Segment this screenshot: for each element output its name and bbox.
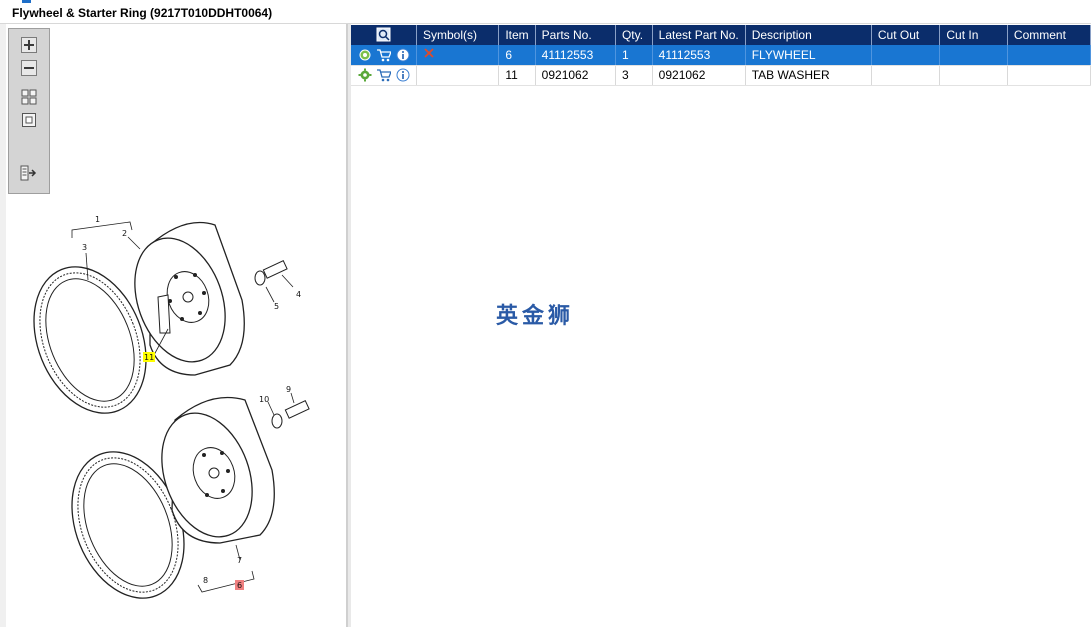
exploded-parts-diagram: 1 2 3 4 5 9 10 7 8 11 6 [33, 215, 310, 599]
cut-in-cell [939, 45, 1008, 66]
export-button[interactable] [19, 163, 39, 183]
parts-no-cell: 0921062 [535, 65, 616, 86]
zoom-out-button[interactable] [19, 58, 39, 78]
callout-10: 10 [259, 395, 269, 404]
title-accent [22, 0, 31, 3]
zoom-toolbar [8, 28, 50, 194]
col-header-cut-in[interactable]: Cut In [939, 25, 1008, 45]
callout-11-highlight[interactable]: 11 [143, 352, 155, 362]
left-gutter [0, 24, 6, 627]
header-toolbar-cell[interactable] [351, 25, 417, 45]
col-header-latest-part-no[interactable]: Latest Part No. [652, 25, 746, 45]
gear-link-icon[interactable] [357, 47, 372, 62]
upper-flywheel [134, 221, 245, 376]
actual-size-button[interactable] [19, 110, 39, 130]
callout-5: 5 [274, 302, 279, 311]
info-icon[interactable] [395, 68, 410, 83]
comment-cell [1007, 45, 1091, 66]
cut-in-cell [939, 65, 1008, 86]
table-row[interactable]: 6 41112553 1 41112553 FLYWHEEL [351, 45, 1091, 66]
table-header-row: Symbol(s) Item Parts No. Qty. Latest Par… [351, 25, 1091, 45]
zoom-in-button[interactable] [19, 35, 39, 55]
zoom-in-icon [21, 37, 37, 53]
col-header-item[interactable]: Item [498, 25, 536, 45]
window-title: Flywheel & Starter Ring (9217T010DDHT006… [12, 6, 273, 20]
qty-cell: 3 [615, 65, 653, 86]
parts-table: Symbol(s) Item Parts No. Qty. Latest Par… [351, 25, 1091, 86]
latest-part-no-cell: 41112553 [652, 45, 746, 66]
col-header-qty[interactable]: Qty. [615, 25, 653, 45]
item-cell: 6 [498, 45, 536, 66]
callout-9: 9 [286, 385, 291, 394]
col-header-description[interactable]: Description [745, 25, 872, 45]
svg-text:6: 6 [237, 581, 242, 590]
svg-text:11: 11 [144, 353, 154, 362]
row-actions-cell [351, 45, 417, 66]
col-header-cut-out[interactable]: Cut Out [871, 25, 941, 45]
item-cell: 11 [498, 65, 536, 86]
col-header-symbols[interactable]: Symbol(s) [416, 25, 500, 45]
search-list-icon [376, 27, 390, 42]
callout-7: 7 [237, 556, 242, 565]
callout-2: 2 [122, 229, 127, 238]
description-cell: TAB WASHER [745, 65, 872, 86]
upper-bolt [254, 260, 288, 286]
callout-1: 1 [95, 215, 100, 224]
symbol-cell [416, 65, 500, 86]
actual-size-icon [22, 113, 36, 127]
table-row[interactable]: 11 0921062 3 0921062 TAB WASHER [351, 65, 1091, 86]
row-actions-cell [351, 65, 417, 86]
zoom-out-icon [21, 60, 37, 76]
symbol-cell [416, 45, 500, 66]
cut-out-cell [871, 45, 941, 66]
info-icon[interactable] [395, 47, 410, 62]
col-header-comment[interactable]: Comment [1007, 25, 1091, 45]
red-cross-icon [424, 48, 434, 58]
parts-grid-area: Symbol(s) Item Parts No. Qty. Latest Par… [351, 24, 1091, 627]
callout-3: 3 [82, 243, 87, 252]
gear-icon[interactable] [357, 68, 372, 83]
callout-6-highlight[interactable]: 6 [235, 580, 244, 590]
fit-all-button[interactable] [19, 87, 39, 107]
latest-part-no-cell: 0921062 [652, 65, 746, 86]
fit-all-icon [21, 89, 37, 105]
parts-no-cell: 41112553 [535, 45, 616, 66]
description-cell: FLYWHEEL [745, 45, 872, 66]
cart-icon[interactable] [376, 47, 391, 62]
comment-cell [1007, 65, 1091, 86]
callout-4: 4 [296, 290, 301, 299]
qty-cell: 1 [615, 45, 653, 66]
callout-8: 8 [203, 576, 208, 585]
window-titlebar: Flywheel & Starter Ring (9217T010DDHT006… [0, 0, 1091, 24]
cut-out-cell [871, 65, 941, 86]
lower-bolt [271, 400, 310, 429]
watermark-text: 英金狮 [496, 304, 575, 329]
cart-icon[interactable] [376, 68, 391, 83]
lower-flywheel [161, 396, 275, 544]
export-icon [20, 165, 37, 181]
col-header-parts-no[interactable]: Parts No. [535, 25, 616, 45]
